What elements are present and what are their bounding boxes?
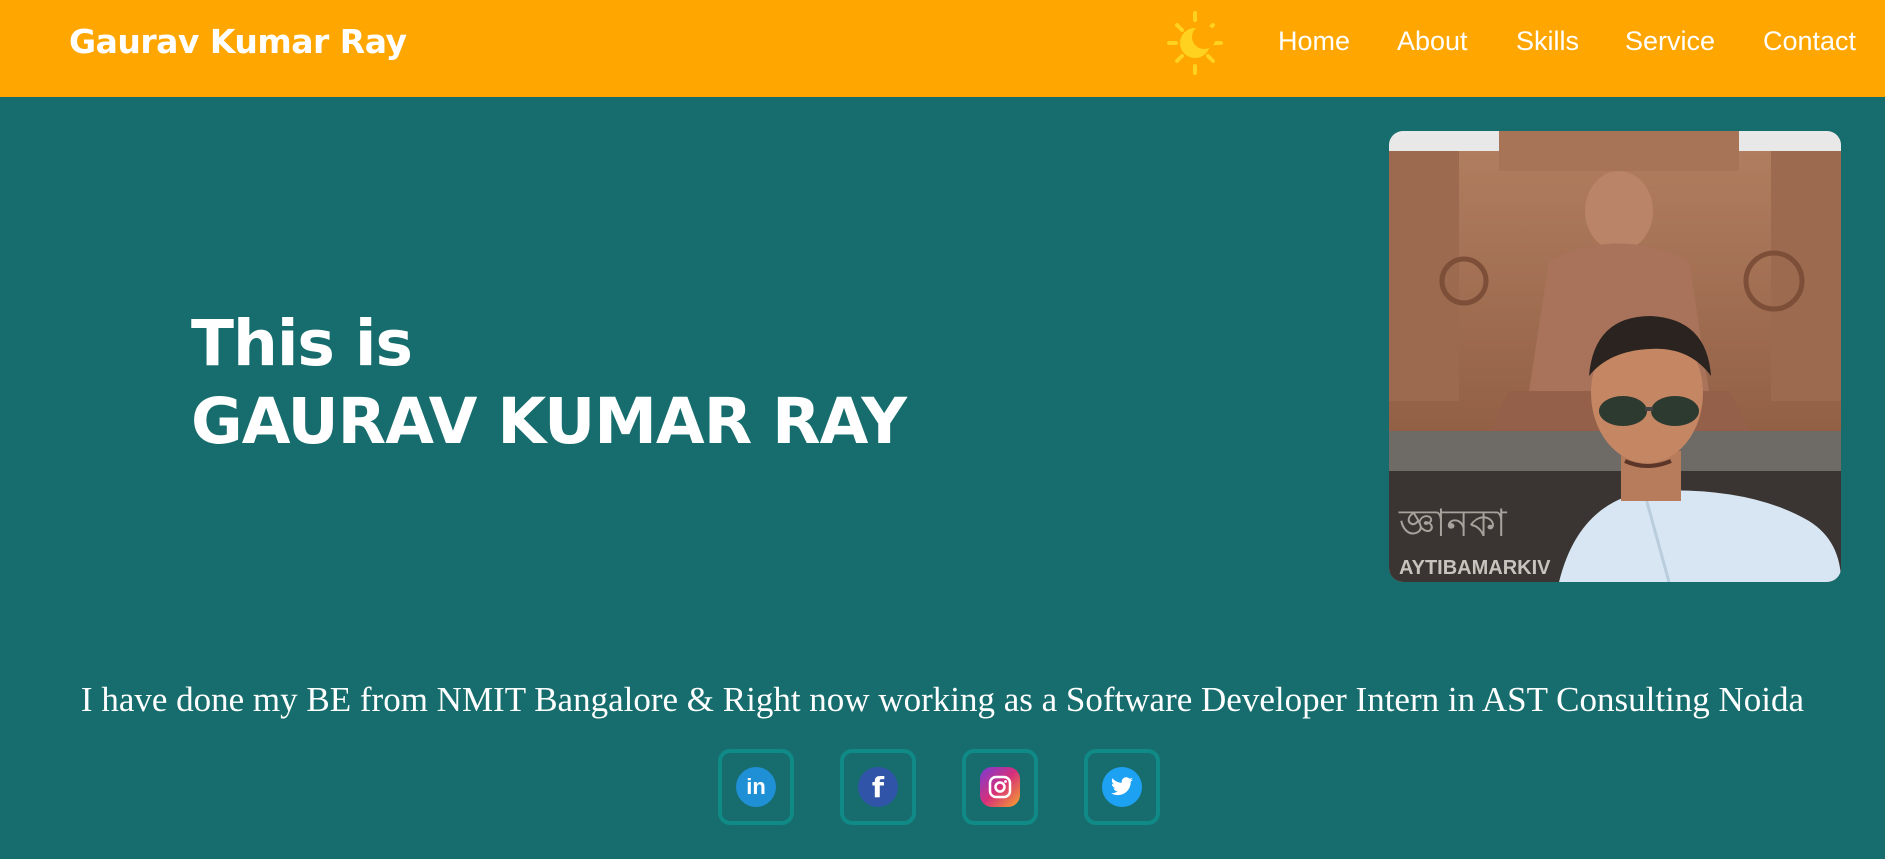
twitter-icon[interactable] (1084, 749, 1160, 825)
nav-contact-link[interactable]: Contact (1763, 26, 1856, 57)
hero-intro: This is (191, 307, 413, 380)
nav-skills-link[interactable]: Skills (1516, 26, 1579, 57)
svg-text:জ্ঞানকা: জ্ঞানকা (1398, 503, 1508, 545)
nav-home-link[interactable]: Home (1278, 26, 1350, 57)
linkedin-logo: in (736, 767, 776, 807)
facebook-logo: f (858, 767, 898, 807)
social-links: in f (0, 749, 1885, 827)
svg-text:AYTIBAMARKIV: AYTIBAMARKIV (1399, 557, 1551, 579)
nav-links: Home About Skills Service Contact (0, 26, 1885, 66)
linkedin-icon[interactable]: in (718, 749, 794, 825)
instagram-icon[interactable] (962, 749, 1038, 825)
facebook-icon[interactable]: f (840, 749, 916, 825)
bio-text: I have done my BE from NMIT Bangalore & … (80, 680, 1805, 719)
nav-about-link[interactable]: About (1397, 26, 1468, 57)
hero-name: GAURAV KUMAR RAY (191, 385, 907, 458)
profile-photo: জ্ঞানকা AYTIBAMARKIV (1389, 131, 1841, 582)
hero-heading: This is GAURAV KUMAR RAY (191, 306, 907, 462)
nav-service-link[interactable]: Service (1625, 26, 1715, 57)
navbar: Gaurav Kumar Ray Home About Skills Servi… (0, 0, 1885, 97)
twitter-logo (1102, 767, 1142, 807)
instagram-logo (980, 767, 1020, 807)
